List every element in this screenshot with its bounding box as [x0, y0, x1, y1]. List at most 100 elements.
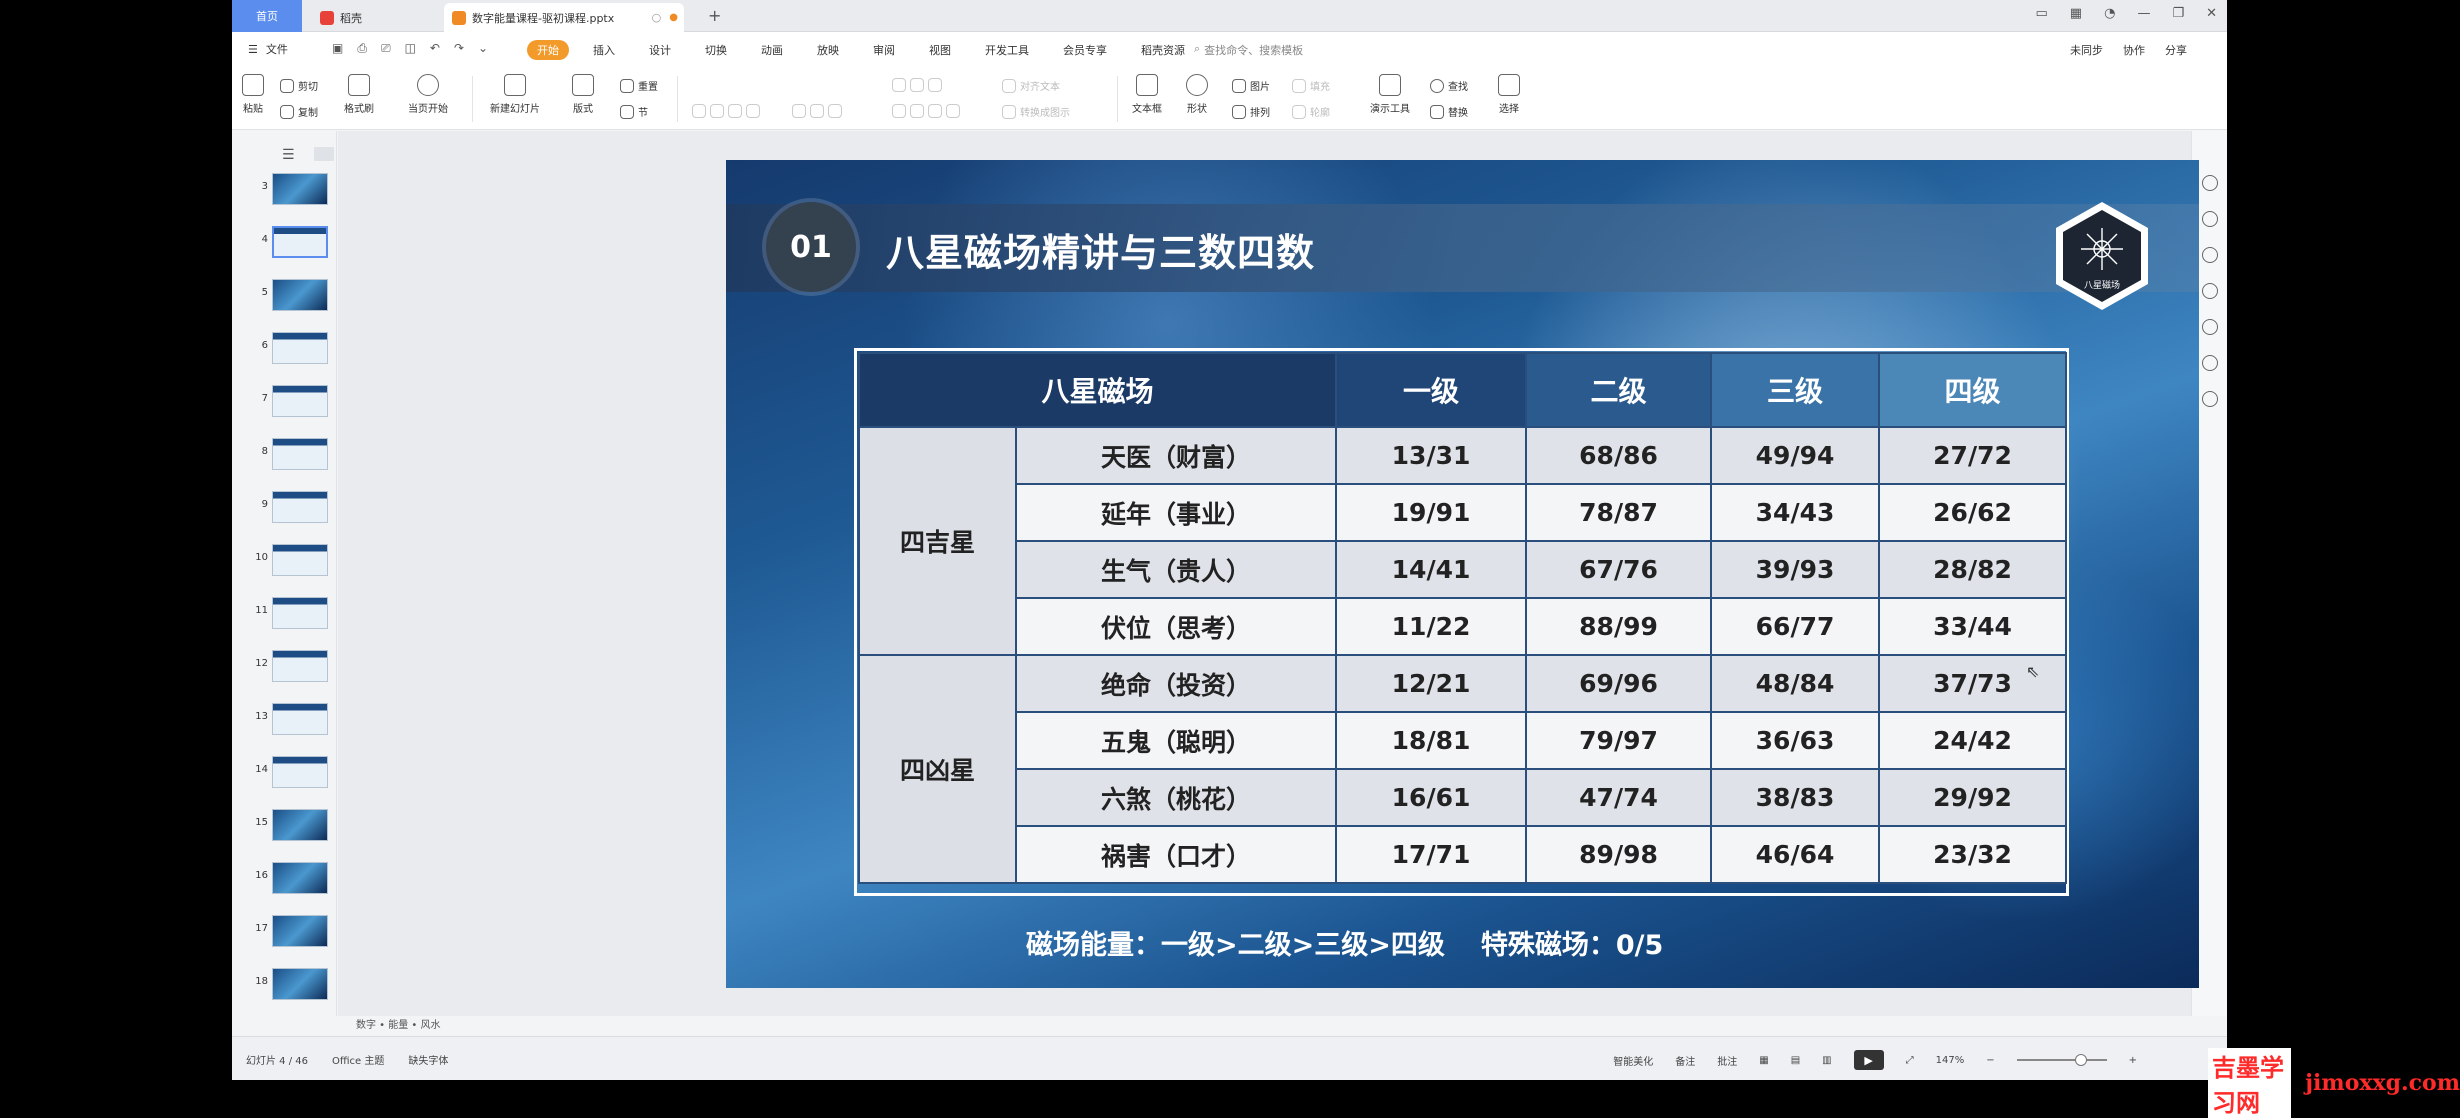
slide-thumbnail[interactable]: 13	[232, 701, 337, 737]
text-box-button[interactable]: 文本框	[1132, 74, 1162, 115]
tab-active-document[interactable]: 数字能量课程-驱初课程.pptx ○ ●	[444, 3, 684, 32]
slide-thumbnail[interactable]: 6	[232, 330, 337, 366]
slide-thumbnail[interactable]: 3	[232, 171, 337, 207]
ribbon-tab[interactable]: 设计	[639, 40, 681, 60]
slide-thumbnail[interactable]: 5	[232, 277, 337, 313]
layout-button[interactable]: 版式	[572, 74, 594, 115]
file-menu[interactable]: ☰ 文件	[248, 41, 288, 57]
smart-beautify-button[interactable]: 智能美化	[1613, 1053, 1653, 1068]
outline-view-icon[interactable]: ☰	[282, 147, 295, 163]
slide-thumbnail-image	[272, 332, 328, 364]
section-number: 01	[790, 230, 832, 265]
ribbon-tab[interactable]: 开发工具	[975, 40, 1039, 60]
notes-toggle-button[interactable]: 备注	[1675, 1053, 1695, 1068]
select-button[interactable]: 选择	[1498, 74, 1520, 115]
location-icon[interactable]	[2202, 391, 2218, 407]
maximize-icon[interactable]: ❐	[2172, 6, 2184, 21]
reset-button[interactable]: 重置	[620, 78, 658, 93]
avatar-icon[interactable]: ◔	[2104, 6, 2115, 21]
zoom-level[interactable]: 147%	[1936, 1055, 1965, 1066]
slide-view-toggle[interactable]	[314, 147, 334, 161]
slide-thumbnail[interactable]: 14	[232, 754, 337, 790]
grid-icon[interactable]: ▦	[2070, 6, 2082, 21]
slide-thumbnail[interactable]: 10	[232, 542, 337, 578]
slide-canvas[interactable]: 01 八星磁场精讲与三数四数 八星磁场 八星磁场 一级 二级 三级 四级 四吉星…	[726, 160, 2199, 988]
comments-toggle-button[interactable]: 批注	[1717, 1053, 1737, 1068]
theme-name[interactable]: Office 主题	[332, 1052, 384, 1067]
image-icon[interactable]	[2202, 355, 2218, 371]
minimize-icon[interactable]: —	[2137, 6, 2150, 21]
slide-thumbnail[interactable]: 17	[232, 913, 337, 949]
slide-thumbnail[interactable]: 15	[232, 807, 337, 843]
slide-thumbnail-image	[272, 915, 328, 947]
ribbon-tab[interactable]: 动画	[751, 40, 793, 60]
arrange-button[interactable]: 排列	[1232, 104, 1270, 119]
slide-thumbnail[interactable]: 16	[232, 860, 337, 896]
play-from-current-button[interactable]: 当页开始	[408, 74, 448, 115]
zoom-in-icon[interactable]: +	[2129, 1055, 2137, 1066]
section-button[interactable]: 节	[620, 104, 648, 119]
slide-thumbnail[interactable]: 9	[232, 489, 337, 525]
layout-icon[interactable]: ▭	[2036, 6, 2048, 21]
slide-thumbnail[interactable]: 7	[232, 383, 337, 419]
help-icon[interactable]	[2202, 319, 2218, 335]
preview-icon[interactable]: ◫	[405, 41, 416, 56]
slide-thumbnail[interactable]: 8	[232, 436, 337, 472]
present-tools-button[interactable]: 演示工具	[1370, 74, 1410, 115]
adjust-icon[interactable]	[2202, 211, 2218, 227]
cut-button[interactable]: 剪切	[280, 78, 318, 93]
strike-icon	[746, 104, 760, 118]
command-search[interactable]: ⌕ 查找命令、搜索模板	[1194, 42, 1303, 58]
slideshow-play-button[interactable]: ▶	[1853, 1050, 1884, 1070]
find-button[interactable]: 查找	[1430, 78, 1468, 93]
text-direction-button[interactable]: 对齐文本	[1002, 78, 1060, 93]
tool-icon[interactable]	[2202, 175, 2218, 191]
notes-placeholder[interactable]: 数字 • 能量 • 风水	[356, 1016, 441, 1031]
unsynced-button[interactable]: 未同步	[2070, 42, 2103, 58]
print-icon[interactable]: ⎚	[381, 41, 391, 56]
normal-view-icon[interactable]: ▦	[1759, 1055, 1768, 1066]
replace-button[interactable]: 替换	[1430, 104, 1468, 119]
redo-icon[interactable]: ↷	[454, 41, 464, 56]
star-icon[interactable]	[2202, 247, 2218, 263]
fill-button[interactable]: 填充	[1292, 78, 1330, 93]
export-icon[interactable]: ⎙	[357, 41, 367, 56]
shape-button[interactable]: 形状	[1186, 74, 1208, 115]
ribbon-tab[interactable]: 审阅	[863, 40, 905, 60]
slide-thumbnail[interactable]: 11	[232, 595, 337, 631]
outline-button[interactable]: 轮廓	[1292, 104, 1330, 119]
ribbon-tab[interactable]: 切换	[695, 40, 737, 60]
slide-thumbnail[interactable]: 18	[232, 966, 337, 1002]
close-icon[interactable]: ✕	[2206, 6, 2217, 21]
copy-format-icon[interactable]	[2202, 283, 2218, 299]
sorter-view-icon[interactable]: ▤	[1791, 1055, 1800, 1066]
reading-view-icon[interactable]: ▥	[1822, 1055, 1831, 1066]
ribbon-tab[interactable]: 放映	[807, 40, 849, 60]
tab-home[interactable]: 首页	[232, 0, 302, 32]
collaborate-button[interactable]: 协作	[2123, 42, 2145, 58]
save-icon[interactable]: ▣	[332, 41, 343, 56]
ribbon-tab[interactable]: 稻壳资源	[1131, 40, 1195, 60]
new-tab-button[interactable]: +	[708, 6, 721, 25]
convert-smartart-button[interactable]: 转换成图示	[1002, 104, 1070, 119]
customize-icon[interactable]: ⌄	[478, 41, 488, 56]
ribbon-tab[interactable]: 会员专享	[1053, 40, 1117, 60]
undo-icon[interactable]: ↶	[430, 41, 440, 56]
ribbon-tab[interactable]: 视图	[919, 40, 961, 60]
missing-font-button[interactable]: 缺失字体	[408, 1052, 448, 1067]
paste-button[interactable]: 粘贴	[242, 74, 264, 115]
ribbon-tab[interactable]: 插入	[583, 40, 625, 60]
format-painter-button[interactable]: 格式刷	[344, 74, 374, 115]
zoom-out-icon[interactable]: −	[1986, 1055, 1994, 1066]
tab-close-icon[interactable]: ○	[652, 11, 662, 24]
slide-thumbnail[interactable]: 4	[232, 224, 337, 260]
new-slide-button[interactable]: 新建幻灯片	[490, 74, 540, 115]
zoom-slider[interactable]	[2016, 1054, 2107, 1066]
picture-button[interactable]: 图片	[1232, 78, 1270, 93]
tab-docer[interactable]: 稻壳	[312, 3, 432, 32]
slide-thumbnail[interactable]: 12	[232, 648, 337, 684]
share-button[interactable]: 分享	[2165, 42, 2187, 58]
fit-window-icon[interactable]: ⤢	[1906, 1055, 1914, 1066]
ribbon-tab[interactable]: 开始	[527, 40, 569, 60]
copy-button[interactable]: 复制	[280, 104, 318, 119]
